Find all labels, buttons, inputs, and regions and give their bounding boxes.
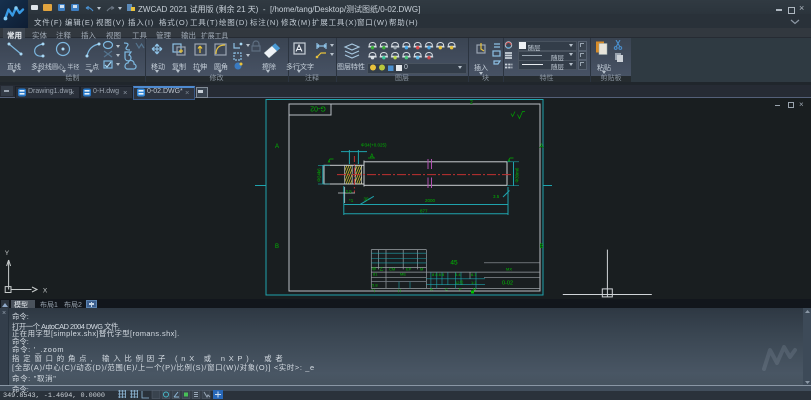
svg-text:Φ34(+0.025): Φ34(+0.025) [361, 143, 387, 148]
svg-text:C: C [445, 287, 448, 292]
svg-text:3.5: 3.5 [493, 194, 500, 199]
svg-text:A: A [275, 144, 279, 150]
svg-text:877: 877 [420, 209, 428, 214]
svg-text:乙: 乙 [380, 266, 384, 272]
svg-text:| |: | | [398, 288, 401, 293]
svg-text:30: 30 [364, 197, 370, 202]
svg-text:A: A [370, 154, 374, 160]
svg-text:EP: EP [406, 267, 412, 272]
svg-text:A: A [430, 287, 433, 292]
svg-text:X: X [43, 288, 48, 295]
svg-text:2: 2 [470, 100, 473, 106]
svg-text:12号: 12号 [455, 279, 463, 285]
svg-text:2.5: 2.5 [346, 189, 353, 194]
svg-text:Φ30m6: Φ30m6 [515, 167, 520, 182]
svg-text:1:1: 1:1 [471, 280, 477, 285]
svg-text:0-02: 0-02 [502, 281, 513, 287]
svg-text:A: A [539, 144, 543, 150]
svg-text:MX: MX [506, 267, 512, 272]
svg-text:8 8 8 8: 8 8 8 8 [432, 272, 445, 277]
svg-text:CM: CM [389, 267, 395, 272]
svg-text:5.4: 5.4 [455, 272, 461, 277]
svg-text:* |: * | [372, 288, 376, 293]
svg-text:2000: 2000 [425, 198, 436, 203]
svg-text:B: B [275, 244, 279, 250]
svg-text:P: P [459, 287, 462, 292]
svg-text:ME: ME [400, 272, 406, 277]
svg-text:Φ24k6: Φ24k6 [317, 168, 322, 182]
svg-text:45: 45 [450, 260, 458, 267]
svg-text:M: M [420, 267, 423, 272]
svg-text:G-02: G-02 [310, 105, 326, 112]
svg-text:Y: Y [5, 250, 10, 257]
svg-text:B: B [539, 244, 543, 250]
svg-text:81: 81 [373, 272, 378, 277]
svg-text:6.1: 6.1 [471, 272, 477, 277]
svg-text:*1: *1 [349, 198, 354, 203]
